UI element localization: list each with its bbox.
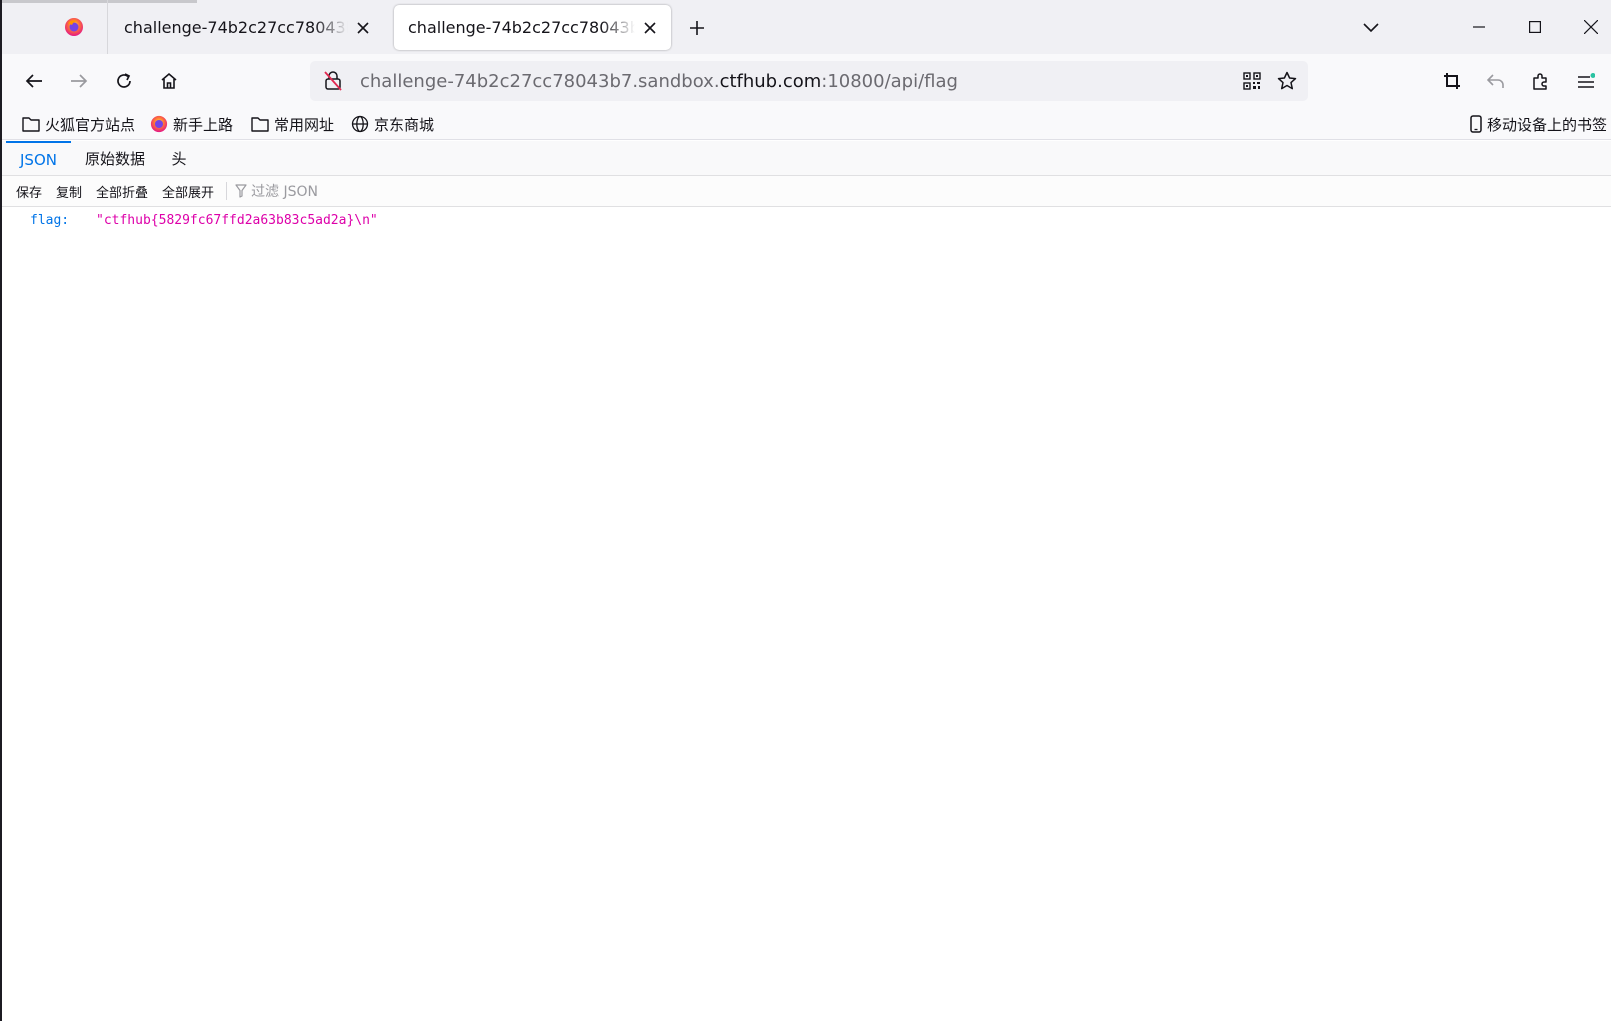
screenshot-button[interactable]: [1435, 64, 1469, 98]
json-viewer-tabs: JSON 原始数据 头: [2, 141, 1611, 176]
url-text: challenge-74b2c27cc78043b7.sandbox.ctfhu…: [360, 71, 958, 92]
maximize-button[interactable]: [1507, 0, 1563, 54]
close-icon: [644, 21, 656, 34]
qr-code-icon: [1243, 72, 1261, 90]
tab-close-button[interactable]: [639, 17, 661, 39]
tab-headers[interactable]: 头: [162, 141, 196, 176]
chevron-down-icon: [1363, 23, 1379, 33]
close-icon: [357, 21, 369, 34]
bookmark-item[interactable]: 新手上路: [149, 111, 233, 137]
mobile-device-icon: [1469, 114, 1483, 134]
bookmark-folder-item[interactable]: 常用网址: [250, 111, 334, 137]
url-domain: ctfhub.com: [719, 70, 822, 92]
bookmark-folder-item[interactable]: 火狐官方站点: [21, 111, 135, 137]
minimize-icon: [1473, 26, 1485, 28]
bookmark-star-button[interactable]: [1274, 68, 1300, 94]
url-suffix: :10800/api/flag: [821, 70, 958, 92]
undo-icon: [1487, 74, 1504, 88]
tab-title: challenge-74b2c27cc78043b7.sandbox.ctfhu…: [124, 18, 348, 37]
bookmark-label: 火狐官方站点: [45, 115, 136, 134]
tab-title: challenge-74b2c27cc78043b7.sandbox.ctfhu…: [408, 18, 635, 37]
qr-code-button[interactable]: [1240, 69, 1264, 93]
bookmark-label: 常用网址: [274, 115, 335, 134]
tab-close-button[interactable]: [352, 17, 374, 39]
collapse-all-button[interactable]: 全部折叠: [90, 180, 154, 202]
save-button[interactable]: 保存: [10, 180, 48, 202]
navigation-toolbar: challenge-74b2c27cc78043b7.sandbox.ctfhu…: [2, 54, 1611, 108]
reload-icon: [117, 73, 131, 88]
back-button[interactable]: [17, 64, 51, 98]
globe-icon: [350, 114, 370, 134]
extensions-button[interactable]: [1524, 64, 1558, 98]
forward-button[interactable]: [62, 64, 96, 98]
arrow-left-icon: [25, 74, 42, 88]
browser-window: challenge-74b2c27cc78043b7.sandbox.ctfhu…: [0, 0, 1611, 1021]
home-button[interactable]: [152, 64, 186, 98]
new-tab-button[interactable]: [683, 14, 711, 42]
json-content: flag: "ctfhub{5829fc67ffd2a63b83c5ad2a}\…: [2, 207, 1611, 1021]
firefox-icon: [149, 114, 169, 134]
plus-icon: [690, 21, 704, 35]
crop-icon: [1444, 73, 1460, 89]
firefox-icon: [65, 18, 83, 36]
mobile-bookmarks-folder[interactable]: 移动设备上的书签: [1469, 111, 1607, 137]
folder-icon: [21, 114, 41, 134]
insecure-connection-icon[interactable]: [320, 68, 346, 94]
tab-raw-data[interactable]: 原始数据: [77, 141, 153, 176]
undo-button[interactable]: [1479, 64, 1513, 98]
url-prefix: challenge-74b2c27cc78043b7.sandbox.: [360, 70, 720, 92]
hamburger-menu-icon: [1578, 73, 1595, 88]
folder-icon: [250, 114, 270, 134]
close-window-button[interactable]: [1563, 0, 1611, 54]
tab-json[interactable]: JSON: [6, 141, 71, 176]
json-key: flag:: [30, 212, 70, 228]
json-value: "ctfhub{5829fc67ffd2a63b83c5ad2a}\n": [96, 212, 378, 228]
home-icon: [161, 72, 177, 89]
arrow-right-icon: [71, 74, 88, 88]
reload-button[interactable]: [107, 64, 141, 98]
tab-active[interactable]: challenge-74b2c27cc78043b7.sandbox.ctfhu…: [394, 5, 671, 50]
bookmark-item[interactable]: 京东商城: [350, 111, 434, 137]
app-menu-button[interactable]: [1569, 64, 1603, 98]
expand-all-button[interactable]: 全部展开: [156, 180, 220, 202]
bookmark-label: 京东商城: [374, 115, 435, 134]
puzzle-icon: [1533, 73, 1547, 90]
url-bar[interactable]: challenge-74b2c27cc78043b7.sandbox.ctfhu…: [310, 61, 1308, 101]
minimize-button[interactable]: [1451, 0, 1507, 54]
window-edge: [2, 0, 197, 3]
tab-inactive[interactable]: challenge-74b2c27cc78043b7.sandbox.ctfhu…: [110, 5, 384, 50]
list-all-tabs-button[interactable]: [1357, 14, 1385, 42]
bookmarks-toolbar: 火狐官方站点 新手上路 常用网址 京东商城 移动设备上的书签: [2, 108, 1611, 140]
tab-strip: challenge-74b2c27cc78043b7.sandbox.ctfhu…: [2, 0, 1611, 54]
star-icon: [1277, 71, 1297, 90]
maximize-icon: [1529, 21, 1541, 33]
pinned-tab-firefox[interactable]: [59, 12, 89, 42]
tab-separator: [107, 0, 108, 54]
bookmark-label: 移动设备上的书签: [1487, 115, 1608, 134]
bookmark-label: 新手上路: [173, 115, 234, 134]
filter-icon: [233, 183, 249, 199]
filter-json-input[interactable]: 过滤 JSON: [233, 181, 318, 201]
json-toolbar: 保存 复制 全部折叠 全部展开 过滤 JSON: [2, 176, 1611, 207]
toolbar-divider: [226, 182, 228, 200]
copy-button[interactable]: 复制: [50, 180, 88, 202]
close-icon: [1584, 20, 1598, 34]
filter-placeholder: 过滤 JSON: [251, 184, 319, 200]
